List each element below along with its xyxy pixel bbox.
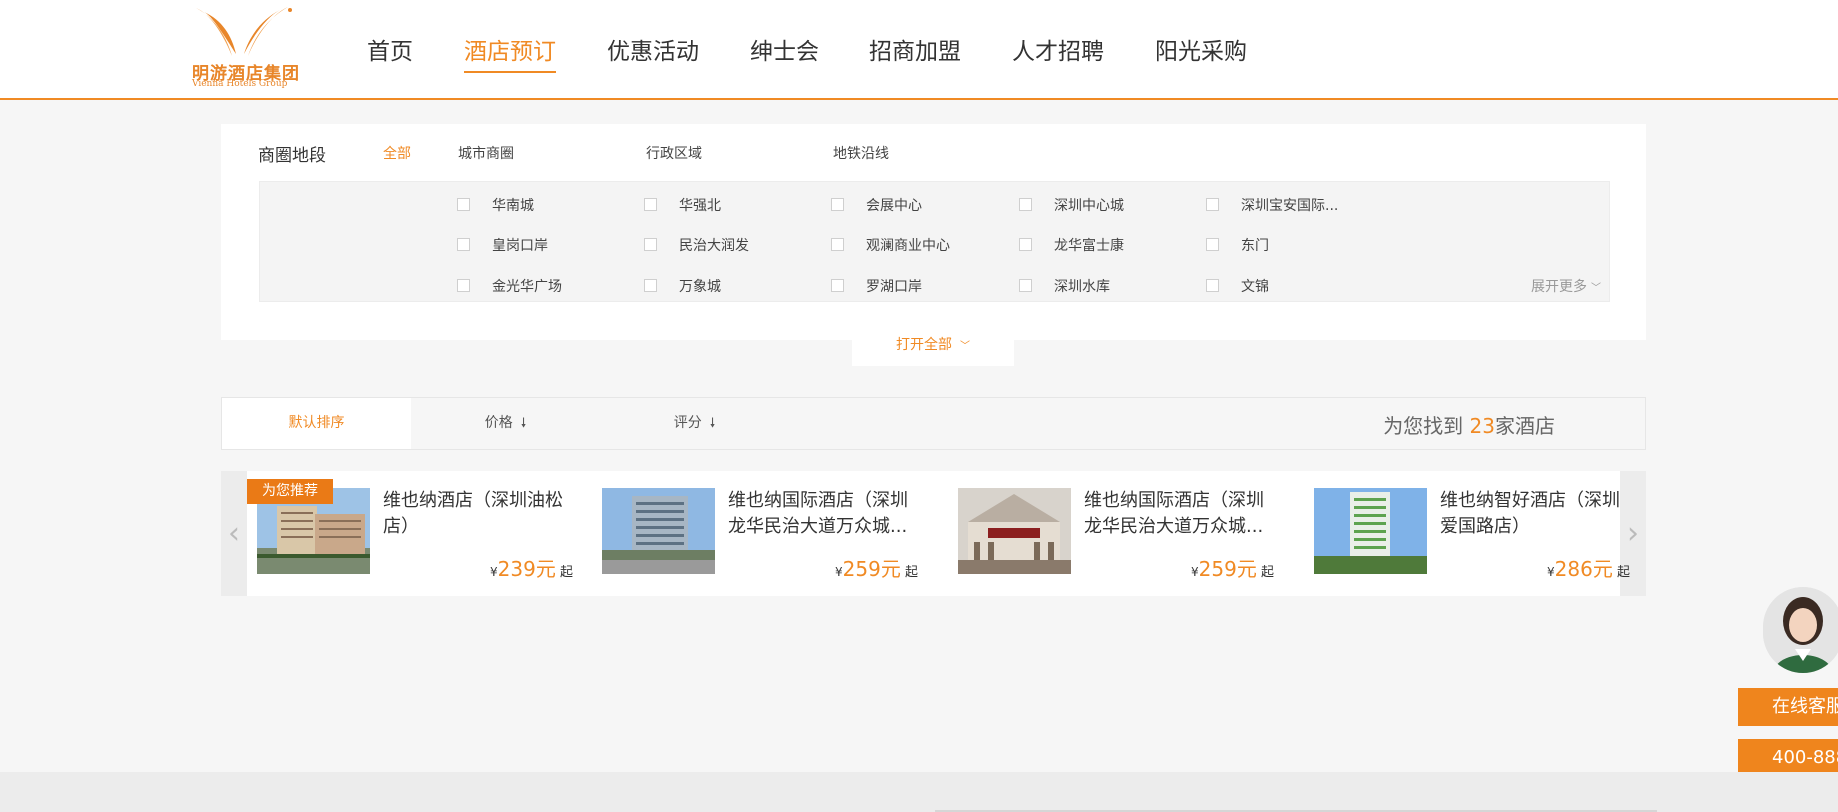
hotel-price: ¥239元 起 <box>490 557 573 581</box>
hotel-photo <box>1314 488 1427 574</box>
checkbox[interactable] <box>1206 238 1219 251</box>
hotel-card[interactable]: 维也纳国际酒店（深圳龙华民治大道万众城... ¥259元 起 <box>958 488 1278 581</box>
nav-procurement[interactable]: 阳光采购 <box>1155 32 1247 66</box>
checkbox[interactable] <box>644 238 657 251</box>
checkbox[interactable] <box>1019 279 1032 292</box>
hotel-photo <box>602 488 715 574</box>
tab-admin-district[interactable]: 行政区域 <box>646 143 702 163</box>
carousel-prev-button[interactable]: ‹ <box>221 471 247 596</box>
open-all-button[interactable]: 打开全部 ﹀ <box>852 330 1014 366</box>
nav-hotel-booking[interactable]: 酒店预订 <box>464 32 556 73</box>
checkbox[interactable] <box>457 238 470 251</box>
checkbox[interactable] <box>1206 198 1219 211</box>
logo-wing-icon <box>196 7 292 56</box>
area-checkbox-list: 华南城 华强北 会展中心 深圳中心城 深圳宝安国际... 皇岗口岸 民治大润发 … <box>259 181 1610 302</box>
site-header: 明游酒店集团 Vienna Hotels Group 首页 酒店预订 优惠活动 … <box>0 0 1838 100</box>
recommended-hotels-carousel: ‹ › 为您推荐 维也纳酒店（深圳油松店） ¥239元 起 维也纳国际酒店（深圳… <box>221 471 1646 596</box>
arrow-down-icon: 🠗 <box>709 416 716 431</box>
hotel-price: ¥259元 起 <box>835 557 918 581</box>
checkbox[interactable] <box>644 279 657 292</box>
nav-gentlemen-club[interactable]: 绅士会 <box>750 32 819 66</box>
hotel-price: ¥259元 起 <box>1191 557 1274 581</box>
checkbox[interactable] <box>457 279 470 292</box>
checkbox[interactable] <box>831 198 844 211</box>
hotel-price: ¥286元 起 <box>1547 557 1630 581</box>
hotel-name: 维也纳国际酒店（深圳龙华民治大道万众城... <box>728 490 908 537</box>
tab-metro-line[interactable]: 地铁沿线 <box>833 143 889 163</box>
chevron-down-icon: ﹀ <box>960 341 970 352</box>
checkbox[interactable] <box>644 198 657 211</box>
customer-service-avatar[interactable] <box>1763 587 1838 673</box>
online-service-button[interactable]: 在线客服 <box>1738 688 1838 726</box>
checkbox[interactable] <box>1019 198 1032 211</box>
expand-more-link[interactable]: 展开更多 ﹀ <box>1531 276 1601 296</box>
logo-text-en: Vienna Hotels Group <box>192 79 288 89</box>
checkbox[interactable] <box>831 238 844 251</box>
filter-all-option[interactable]: 全部 <box>383 143 411 163</box>
nav-careers[interactable]: 人才招聘 <box>1012 32 1104 66</box>
result-count: 为您找到 23家酒店 <box>1383 414 1555 438</box>
nav-promotions[interactable]: 优惠活动 <box>607 32 699 66</box>
sort-rating-tab[interactable]: 评分 🠗 <box>600 398 789 449</box>
hotel-card[interactable]: 维也纳智好酒店（深圳爱国路店） ¥286元 起 <box>1314 488 1634 581</box>
hotel-card[interactable]: 维也纳国际酒店（深圳龙华民治大道万众城... ¥259元 起 <box>602 488 922 581</box>
checkbox[interactable] <box>457 198 470 211</box>
recommended-badge: 为您推荐 <box>247 479 333 504</box>
brand-logo[interactable]: 明游酒店集团 Vienna Hotels Group <box>192 6 302 90</box>
checkbox[interactable] <box>1206 279 1219 292</box>
sort-bar: 默认排序 价格 🠗 评分 🠗 为您找到 23家酒店 <box>221 397 1646 450</box>
hotel-name: 维也纳酒店（深圳油松店） <box>383 490 563 537</box>
location-filter-panel: 商圈地段 全部 城市商圈 行政区域 地铁沿线 华南城 华强北 会展中心 深圳中心… <box>221 124 1646 340</box>
chevron-down-icon: ﹀ <box>1591 283 1601 294</box>
footer <box>0 772 1838 812</box>
hotel-name: 维也纳智好酒店（深圳爱国路店） <box>1440 490 1620 537</box>
sort-default-tab[interactable]: 默认排序 <box>222 398 411 449</box>
nav-home[interactable]: 首页 <box>367 32 413 66</box>
hotel-photo <box>958 488 1071 574</box>
hotel-name: 维也纳国际酒店（深圳龙华民治大道万众城... <box>1084 490 1264 537</box>
checkbox[interactable] <box>831 279 844 292</box>
tab-business-district[interactable]: 城市商圈 <box>458 143 514 163</box>
checkbox[interactable] <box>1019 238 1032 251</box>
filter-label: 商圈地段 <box>258 146 326 166</box>
arrow-down-icon: 🠗 <box>520 416 527 431</box>
sort-price-tab[interactable]: 价格 🠗 <box>411 398 600 449</box>
nav-franchise[interactable]: 招商加盟 <box>869 32 961 66</box>
